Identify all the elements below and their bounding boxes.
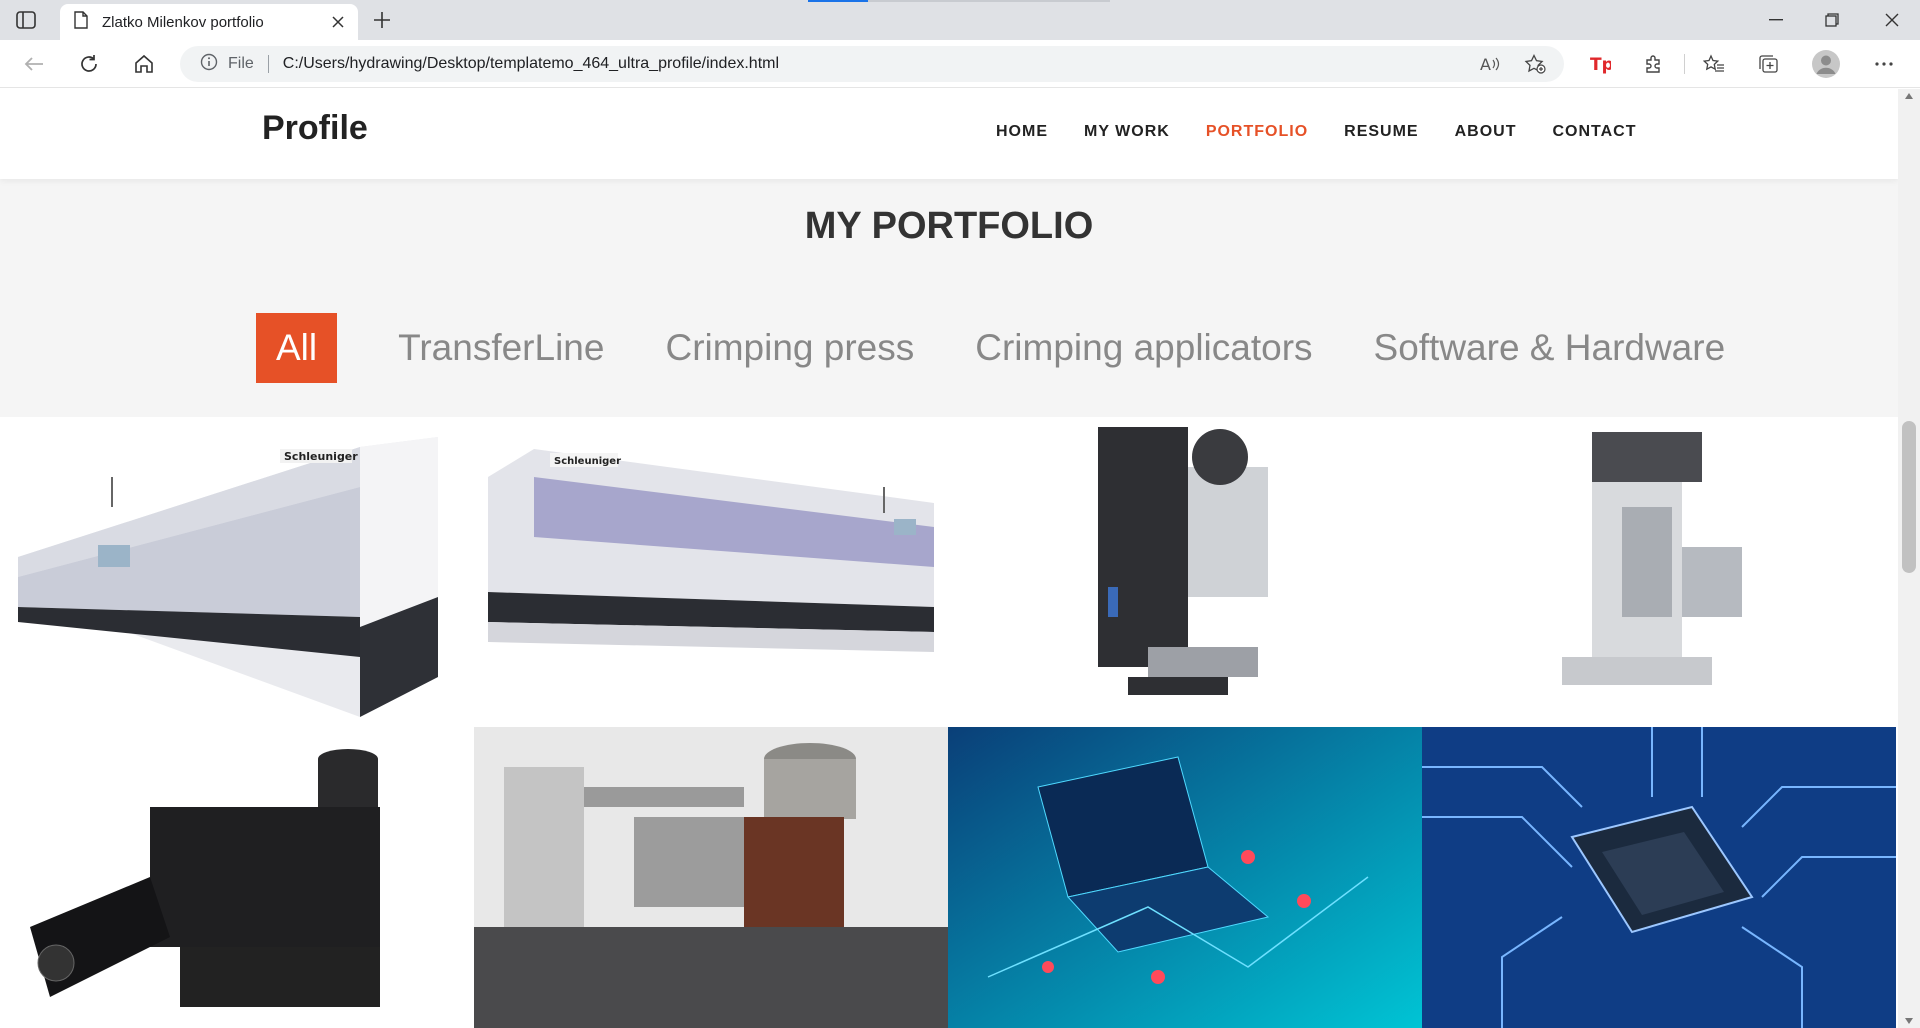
transferline-machine-image: Schleuniger [474,417,948,727]
filter-crimping-press[interactable]: Crimping press [665,313,914,383]
portfolio-item-software[interactable] [948,727,1422,1028]
section-title-light: MY [804,205,862,247]
nav-resume[interactable]: RESUME [1344,123,1418,141]
browser-titlebar: Zlatko Milenkov portfolio [0,0,1920,40]
favorite-add-icon[interactable] [1519,48,1551,80]
portfolio-item-crimping-press-1[interactable] [948,417,1422,727]
svg-text:Schleuniger: Schleuniger [554,456,621,467]
minimize-icon[interactable] [1748,0,1804,40]
address-url[interactable]: C:/Users/hydrawing/Desktop/templatemo_46… [283,55,779,73]
crimping-press-image [1422,417,1896,727]
nav-portfolio[interactable]: PORTFOLIO [1206,123,1308,141]
back-icon[interactable] [18,48,50,80]
refresh-icon[interactable] [73,48,105,80]
scrollbar-thumb[interactable] [1902,421,1916,573]
site-brand[interactable]: Profile [262,109,368,148]
tab-title: Zlatko Milenkov portfolio [102,13,264,31]
address-scheme: File [228,55,254,72]
section-title-bold: PORTFOLIO [871,205,1094,247]
portfolio-grid: Schleuniger Schleuniger [0,417,1898,1028]
address-divider [267,55,269,73]
extensions-icon[interactable] [1638,48,1670,80]
page-icon [74,10,88,34]
svg-text:A: A [1480,55,1491,73]
portfolio-item-crimping-applicator-1[interactable] [0,727,474,1028]
read-aloud-icon[interactable]: A [1474,48,1506,80]
address-bar[interactable]: File C:/Users/hydrawing/Desktop/template… [180,46,1564,82]
browser-toolbar: File C:/Users/hydrawing/Desktop/template… [0,40,1920,88]
portfolio-item-crimping-press-2[interactable] [1422,417,1896,727]
scroll-down-icon[interactable] [1905,1018,1913,1024]
more-menu-icon[interactable] [1868,48,1900,80]
laptop-network-image [948,727,1422,1028]
portfolio-item-transferline-1[interactable]: Schleuniger [0,417,474,727]
extension-tp-icon[interactable]: Tp [1584,48,1616,80]
portfolio-item-transferline-2[interactable]: Schleuniger [474,417,948,727]
portfolio-filters: All TransferLine Crimping press Crimping… [256,313,1786,383]
profile-avatar-icon[interactable] [1810,48,1842,80]
transferline-machine-image: Schleuniger [0,417,474,727]
page-viewport: Profile HOME MY WORK PORTFOLIO RESUME AB… [0,89,1920,1028]
circuit-chip-image [1422,727,1896,1028]
browser-tab[interactable]: Zlatko Milenkov portfolio [60,4,358,40]
filter-all[interactable]: All [256,313,338,383]
filter-transferline[interactable]: TransferLine [398,313,604,383]
svg-text:Tp: Tp [1590,55,1611,74]
crimping-applicator-image [0,727,474,1028]
crimping-press-image [948,417,1422,727]
portfolio-item-hardware[interactable] [1422,727,1896,1028]
site-header: Profile HOME MY WORK PORTFOLIO RESUME AB… [0,89,1898,179]
home-icon[interactable] [128,48,160,80]
nav-my-work[interactable]: MY WORK [1084,123,1170,141]
nav-contact[interactable]: CONTACT [1552,123,1636,141]
close-window-icon[interactable] [1864,0,1920,40]
collections-icon[interactable] [1753,48,1785,80]
nav-about[interactable]: ABOUT [1455,123,1517,141]
filter-software-hardware[interactable]: Software & Hardware [1374,313,1726,383]
loading-indicator [808,0,1110,2]
svg-text:Schleuniger: Schleuniger [284,450,358,463]
close-tab-icon[interactable] [324,8,352,36]
portfolio-item-crimping-applicator-2[interactable] [474,727,948,1028]
restore-icon[interactable] [1804,0,1860,40]
crimping-applicator-image [474,727,948,1028]
section-title: MY PORTFOLIO [0,205,1898,248]
page-scrollbar[interactable] [1898,89,1920,1028]
nav-home[interactable]: HOME [996,123,1048,141]
main-nav: HOME MY WORK PORTFOLIO RESUME ABOUT CONT… [996,123,1673,141]
favorites-icon[interactable] [1698,48,1730,80]
filter-crimping-applicators[interactable]: Crimping applicators [975,313,1312,383]
toolbar-divider [1684,54,1685,74]
new-tab-icon[interactable] [368,6,396,34]
info-icon[interactable] [200,53,218,76]
scroll-up-icon[interactable] [1905,93,1913,99]
tab-actions-icon[interactable] [14,9,38,31]
